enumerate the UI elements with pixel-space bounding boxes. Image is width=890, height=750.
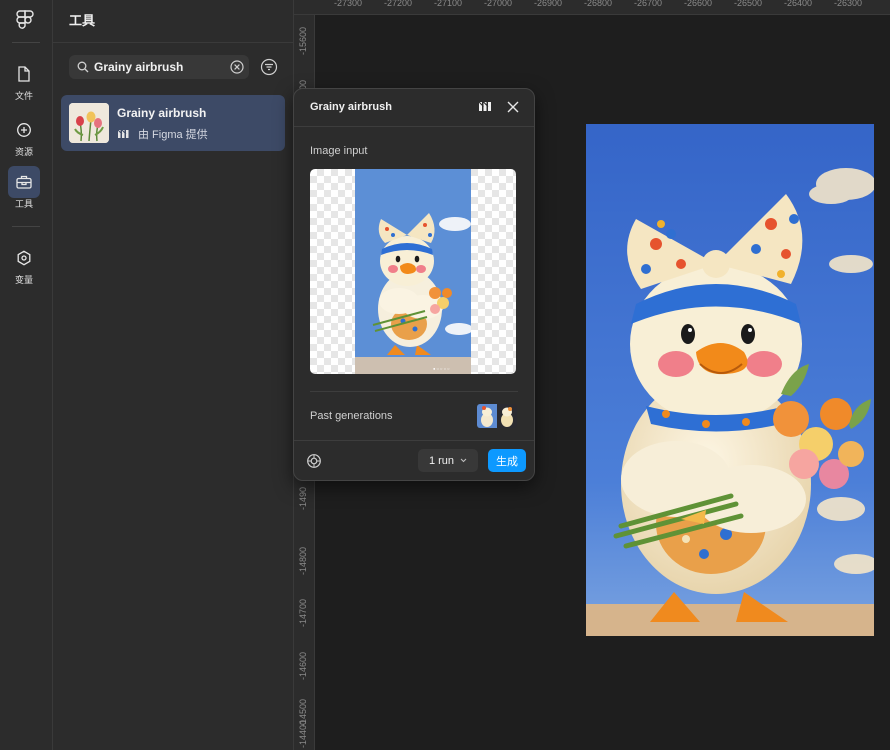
- tool-author: 由 Figma 提供: [117, 126, 208, 142]
- ruler-tick: -14600: [298, 651, 308, 680]
- rail-item-tools[interactable]: 工具: [8, 166, 40, 210]
- rail-divider: [12, 42, 40, 43]
- tool-result-grainy-airbrush[interactable]: Grainy airbrush 由 Figma 提供: [61, 95, 285, 151]
- ruler-tick: -26800: [584, 0, 613, 8]
- ruler-tick: -1490: [298, 486, 308, 510]
- image-input-label: Image input: [310, 145, 368, 157]
- figma-brand-icon: [117, 129, 129, 138]
- search-box[interactable]: [69, 55, 249, 79]
- ruler-tick: -26300: [834, 0, 863, 8]
- rail-divider: [12, 226, 40, 227]
- tool-thumbnail: [69, 103, 109, 143]
- ruler-tick: -14700: [298, 598, 308, 627]
- rail-item-label: 文件: [14, 91, 33, 101]
- popup-divider: [294, 440, 534, 441]
- grainy-airbrush-plugin-window: Grainy airbrush Image input ● ○ ○ ○ ○ Pa…: [293, 88, 535, 481]
- rail-item-variables[interactable]: 变量: [8, 242, 40, 286]
- ruler-tick: -26400: [784, 0, 813, 8]
- image-input-preview[interactable]: ● ○ ○ ○ ○: [310, 169, 516, 374]
- canvas-duck-image[interactable]: [586, 124, 874, 636]
- tool-author-label: 由 Figma 提供: [138, 129, 208, 141]
- figma-logo-icon[interactable]: [16, 10, 34, 30]
- ruler-tick: -27000: [484, 0, 513, 8]
- generate-button[interactable]: 生成: [488, 449, 526, 472]
- ruler-tick: -26500: [734, 0, 763, 8]
- rail-item-label: 资源: [14, 147, 33, 157]
- tool-name: Grainy airbrush: [117, 106, 207, 120]
- left-rail: 文件 资源 工具 变量: [0, 0, 53, 750]
- panel-title: 工具: [69, 13, 96, 28]
- ruler-tick: -14800: [298, 546, 308, 575]
- horizontal-ruler: -27300 -27200 -27100 -27000 -26900 -2680…: [294, 0, 890, 15]
- plugin-title: Grainy airbrush: [310, 101, 392, 113]
- assets-icon: [17, 123, 31, 137]
- past-generation-thumbnails[interactable]: [477, 404, 517, 428]
- ruler-tick: -27100: [434, 0, 463, 8]
- search-icon: [77, 61, 89, 73]
- figma-brand-icon: [478, 101, 491, 111]
- plugin-settings-icon[interactable]: [306, 453, 322, 469]
- search-input[interactable]: [94, 60, 224, 74]
- variables-icon: [17, 250, 31, 266]
- rail-item-assets[interactable]: 资源: [8, 114, 40, 158]
- clear-search-icon[interactable]: [230, 60, 244, 74]
- ruler-tick: -26600: [684, 0, 713, 8]
- past-generations-label: Past generations: [310, 410, 393, 422]
- toolbox-icon: [16, 175, 32, 189]
- ruler-tick: -15600: [298, 26, 308, 55]
- ruler-tick: -26700: [634, 0, 663, 8]
- chevron-down-icon: [460, 458, 467, 463]
- file-icon: [18, 66, 30, 82]
- rail-item-label: 工具: [14, 199, 33, 209]
- popup-divider: [310, 391, 518, 392]
- run-count-label: 1 run: [428, 454, 455, 467]
- popup-divider: [294, 126, 534, 127]
- filter-icon[interactable]: [260, 58, 278, 76]
- ruler-tick: -14400: [298, 719, 308, 748]
- panel-divider: [53, 42, 293, 43]
- ruler-tick: -26900: [534, 0, 563, 8]
- ruler-tick: -27300: [334, 0, 363, 8]
- ruler-tick: -27200: [384, 0, 413, 8]
- tools-panel: 工具 Grainy airbrush Grainy airbrush 由 Fig…: [53, 0, 294, 750]
- run-count-dropdown[interactable]: 1 run: [418, 449, 478, 472]
- rail-item-label: 变量: [14, 275, 33, 285]
- rail-item-files[interactable]: 文件: [8, 58, 40, 102]
- svg-text:● ○ ○ ○ ○: ● ○ ○ ○ ○: [433, 366, 450, 371]
- close-icon[interactable]: [506, 100, 520, 114]
